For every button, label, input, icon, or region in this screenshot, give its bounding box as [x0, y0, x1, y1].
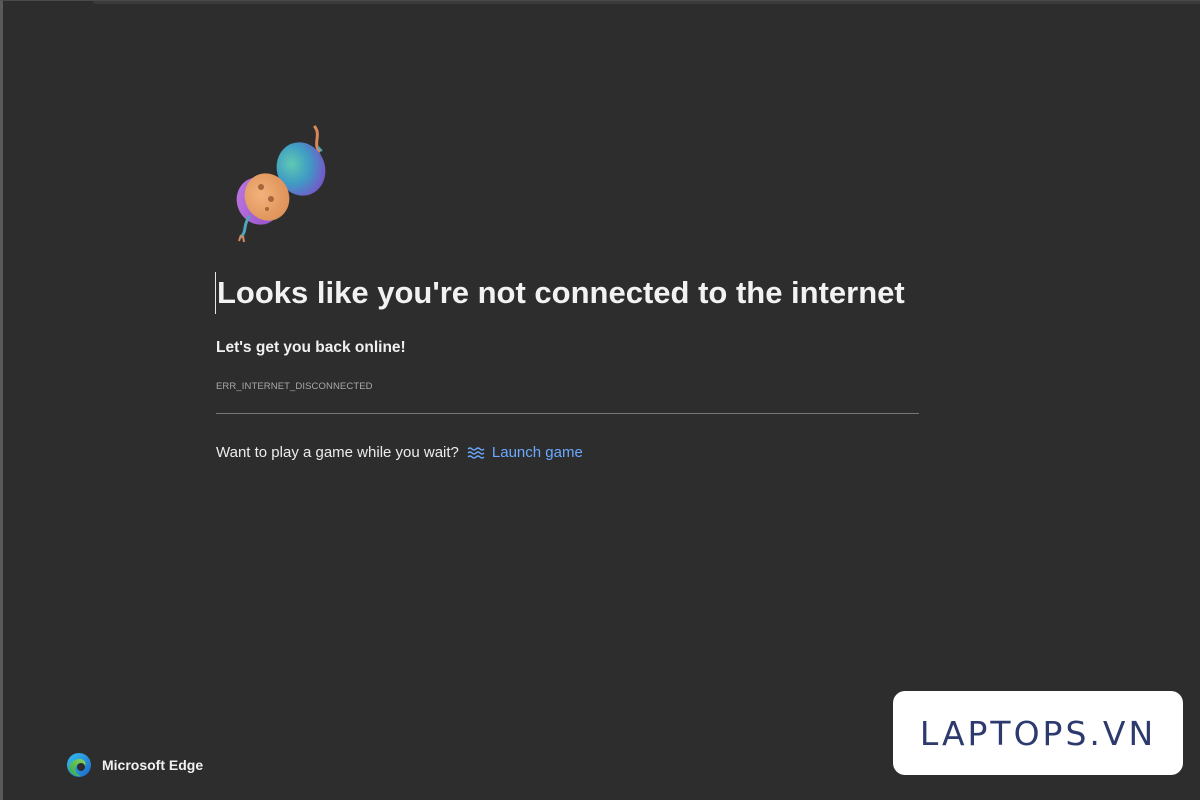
launch-game-link[interactable]: Launch game [467, 444, 583, 461]
divider [216, 413, 919, 414]
page-subtitle: Let's get you back online! [216, 339, 406, 356]
brand-name: Microsoft Edge [102, 757, 204, 773]
watermark-text: LAPTOPS.VN [919, 713, 1157, 753]
error-code: ERR_INTERNET_DISCONNECTED [216, 381, 373, 392]
surf-waves-icon [467, 446, 485, 459]
text-caret [215, 272, 216, 314]
unplugged-plug-icon [236, 125, 326, 243]
browser-viewport: Looks like you're not connected to the i… [0, 0, 1200, 800]
launch-game-label: Launch game [491, 444, 583, 461]
game-row: Want to play a game while you wait? Laun… [216, 444, 583, 461]
watermark-logo: LAPTOPS.VN [893, 691, 1183, 775]
game-prompt: Want to play a game while you wait? [216, 444, 459, 461]
brand-footer: Microsoft Edge [66, 752, 203, 778]
edge-logo-icon [67, 753, 91, 777]
page-title: Looks like you're not connected to the i… [217, 275, 905, 310]
window-top-edge [93, 1, 1200, 4]
